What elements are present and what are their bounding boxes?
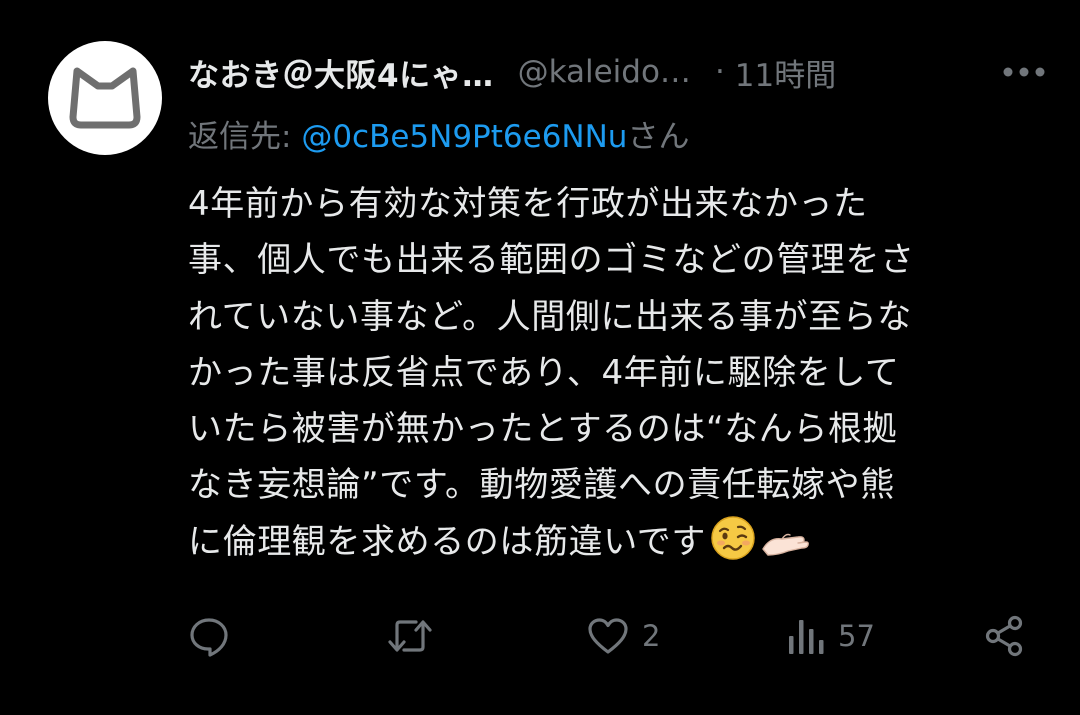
reply-to-label: 返信先: xyxy=(188,119,302,155)
palm-up-hand-emoji xyxy=(762,533,809,556)
tweet-text-line: 事、個人でも出来る範囲のゴミなどの管理をさ xyxy=(188,240,915,281)
reply-icon xyxy=(190,618,228,657)
separator-dot: · xyxy=(714,54,725,90)
display-name[interactable]: なおき＠大阪4にゃ… xyxy=(188,50,494,95)
tweet-text-line: かった事は反省点であり、4年前に駆除をして xyxy=(188,352,900,393)
reply-button[interactable] xyxy=(188,608,242,664)
more-dots-icon xyxy=(1003,67,1045,77)
reply-to-line: 返信先: @0cBe5N9Pt6e6NNuさん xyxy=(188,113,689,161)
action-bar: 2 57 xyxy=(188,608,1038,664)
timestamp[interactable]: 11時間 xyxy=(735,50,836,95)
tweet-text-line: 4年前から有効な対策を行政が出来なかった xyxy=(188,184,868,224)
woozy-face-emoji xyxy=(711,516,755,560)
user-handle[interactable]: @kaleido… xyxy=(518,54,691,90)
heart-icon xyxy=(588,618,628,654)
share-icon xyxy=(985,615,1023,657)
reply-honorific: さん xyxy=(627,119,690,155)
cat-outline-icon xyxy=(69,67,141,129)
views-icon xyxy=(789,620,824,654)
like-button[interactable]: 2 xyxy=(586,608,660,664)
tweet-text-line: れていない事など。人間側に出来る事が至らな xyxy=(188,296,912,337)
tweet-text-line-end: に倫理観を求めるのは筋違いです xyxy=(188,521,706,562)
tweet-header: なおき＠大阪4にゃ… @kaleido… · 11時間 xyxy=(188,46,1048,98)
tweet-text: 4年前から有効な対策を行政が出来なかった 事、個人でも出来る範囲のゴミなどの管理… xyxy=(188,176,1038,570)
tweet-text-line: いたら被害が無かったとするのは“なんら根拠 xyxy=(188,409,898,450)
views-count: 57 xyxy=(838,619,875,653)
share-button[interactable] xyxy=(984,608,1026,664)
retweet-button[interactable] xyxy=(386,608,446,664)
like-count: 2 xyxy=(642,619,661,653)
more-button[interactable] xyxy=(1000,54,1048,90)
tweet-text-last-line: に倫理観を求めるのは筋違いです xyxy=(188,514,1038,570)
reply-mention-link[interactable]: @0cBe5N9Pt6e6NNu xyxy=(301,119,627,155)
avatar[interactable] xyxy=(48,41,162,155)
retweet-icon xyxy=(388,620,432,652)
tweet-text-line: なき妄想論”です。動物愛護への責任転嫁や熊 xyxy=(188,465,895,506)
views-button[interactable]: 57 xyxy=(786,608,875,664)
